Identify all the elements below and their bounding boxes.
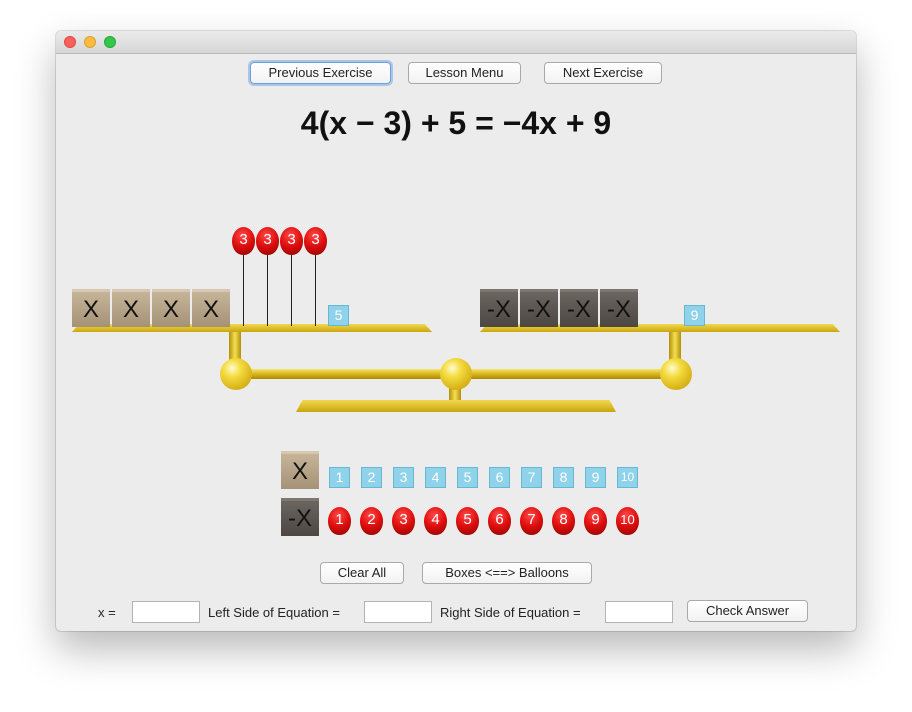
left-x-box[interactable]: X [72,289,110,327]
palette-balloon[interactable]: 1 [328,507,351,535]
left-balloon[interactable]: 3 [256,227,279,255]
next-exercise-button[interactable]: Next Exercise [544,62,662,84]
palette-balloon[interactable]: 5 [456,507,479,535]
right-negx-box[interactable]: -X [480,289,518,327]
palette-cube[interactable]: 2 [361,467,382,488]
right-negx-box[interactable]: -X [560,289,598,327]
left-side-label: Left Side of Equation = [208,605,340,620]
left-x-box[interactable]: X [192,289,230,327]
equation-title: 4(x − 3) + 5 = −4x + 9 [300,105,612,141]
minimize-window-button[interactable] [84,36,96,48]
x-label: x = [98,605,116,620]
left-side-input[interactable] [364,601,432,623]
palette-balloon[interactable]: 7 [520,507,543,535]
palette-balloon[interactable]: 2 [360,507,383,535]
left-balloon[interactable]: 3 [280,227,303,255]
title-bar [56,31,856,54]
left-balloon[interactable]: 3 [304,227,327,255]
right-joint [660,358,692,390]
palette-cube[interactable]: 3 [393,467,414,488]
balloon-string [315,253,316,326]
left-joint [220,358,252,390]
left-x-box[interactable]: X [152,289,190,327]
palette-cube[interactable]: 4 [425,467,446,488]
base-plate [296,400,616,412]
palette-negx-box[interactable]: -X [281,498,319,536]
lesson-menu-button[interactable]: Lesson Menu [408,62,521,84]
right-negx-box[interactable]: -X [520,289,558,327]
center-joint [440,358,472,390]
right-negx-box[interactable]: -X [600,289,638,327]
app-window: Previous Exercise Lesson Menu Next Exerc… [56,31,856,631]
palette-balloon[interactable]: 6 [488,507,511,535]
zoom-window-button[interactable] [104,36,116,48]
balloon-string [243,253,244,326]
palette-balloon[interactable]: 8 [552,507,575,535]
x-value-input[interactable] [132,601,200,623]
palette-cube[interactable]: 6 [489,467,510,488]
palette-balloon[interactable]: 10 [616,507,639,535]
left-cube[interactable]: 5 [328,305,349,326]
palette-x-box[interactable]: X [281,451,319,489]
palette-cube[interactable]: 8 [553,467,574,488]
palette-cube[interactable]: 5 [457,467,478,488]
close-window-button[interactable] [64,36,76,48]
palette-balloon[interactable]: 4 [424,507,447,535]
left-balloon[interactable]: 3 [232,227,255,255]
right-cube[interactable]: 9 [684,305,705,326]
right-side-label: Right Side of Equation = [440,605,581,620]
swap-boxes-balloons-button[interactable]: Boxes <==> Balloons [422,562,592,584]
balloon-string [291,253,292,326]
check-answer-button[interactable]: Check Answer [687,600,808,622]
left-x-box[interactable]: X [112,289,150,327]
palette-cube[interactable]: 1 [329,467,350,488]
balloon-string [267,253,268,326]
palette-balloon[interactable]: 3 [392,507,415,535]
right-side-input[interactable] [605,601,673,623]
previous-exercise-button[interactable]: Previous Exercise [250,62,391,84]
palette-cube[interactable]: 7 [521,467,542,488]
palette-balloon[interactable]: 9 [584,507,607,535]
palette-cube[interactable]: 10 [617,467,638,488]
palette-cube[interactable]: 9 [585,467,606,488]
clear-all-button[interactable]: Clear All [320,562,404,584]
